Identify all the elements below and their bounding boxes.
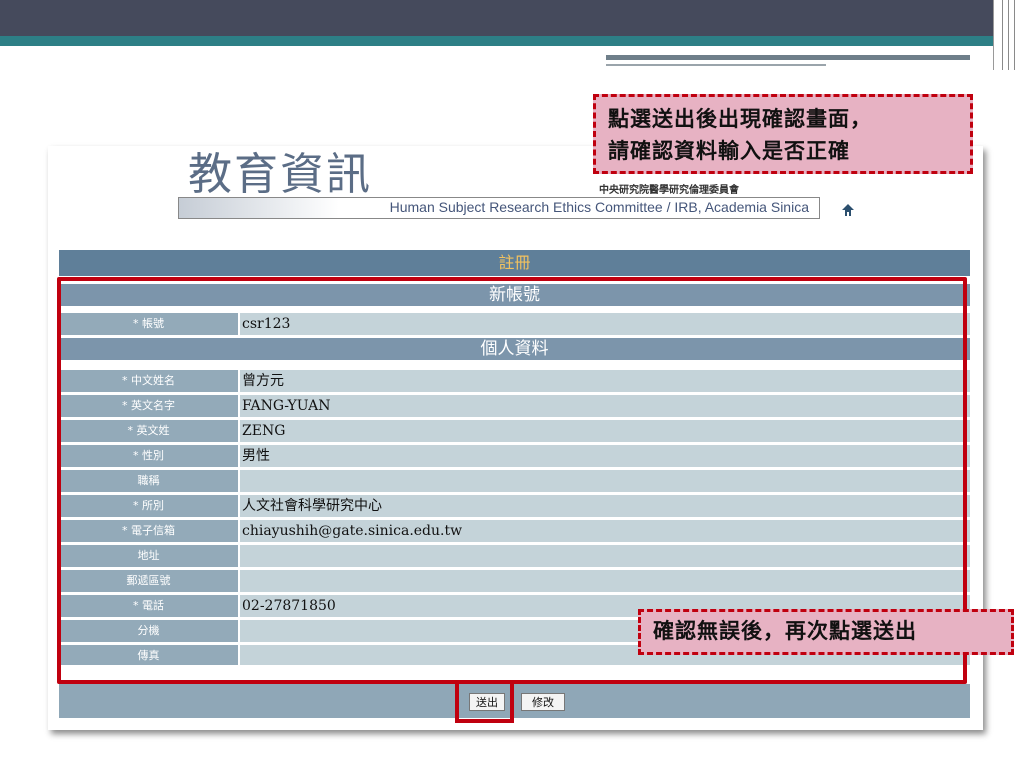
confirmation-callout: 點選送出後出現確認畫面， 請確認資料輸入是否正確 (593, 94, 973, 174)
field-value: 曾方元 (240, 370, 970, 392)
send-button[interactable]: 送出 (469, 693, 505, 711)
field-value: FANG-YUAN (240, 395, 970, 417)
slide-corner-decoration (993, 0, 1024, 70)
field-label: * 電話 (59, 595, 238, 617)
slide-accent-band (0, 36, 994, 46)
callout-line: 確認無誤後，再次點選送出 (653, 619, 917, 643)
field-value: chiayushih@gate.sinica.edu.tw (240, 520, 970, 542)
button-bar (59, 684, 970, 718)
field-value (240, 545, 970, 567)
field-label: * 帳號 (59, 313, 238, 335)
form-row-job-title: 職稱 (59, 470, 970, 492)
form-row-english-last-name: * 英文姓 ZENG (59, 420, 970, 442)
field-label: 傳真 (59, 645, 238, 665)
form-row-gender: * 性別 男性 (59, 445, 970, 467)
edit-button[interactable]: 修改 (521, 693, 565, 711)
field-value: ZENG (240, 420, 970, 442)
field-value: csr123 (240, 313, 970, 335)
field-label: * 英文名字 (59, 395, 238, 417)
field-value (240, 470, 970, 492)
organization-name: 中央研究院醫學研究倫理委員會 (599, 185, 739, 196)
field-label: 分機 (59, 620, 238, 642)
field-value: 男性 (240, 445, 970, 467)
field-value: 人文社會科學研究中心 (240, 495, 970, 517)
slide-decor-line (606, 64, 826, 66)
section-header-account: 新帳號 (59, 284, 970, 306)
resubmit-callout: 確認無誤後，再次點選送出 (638, 609, 1014, 655)
field-label: * 中文姓名 (59, 370, 238, 392)
field-label: 地址 (59, 545, 238, 567)
site-subtitle: Human Subject Research Ethics Committee … (389, 199, 809, 215)
field-label: * 英文姓 (59, 420, 238, 442)
form-row-institute: * 所別 人文社會科學研究中心 (59, 495, 970, 517)
slide-top-bar (0, 0, 1024, 36)
field-label: * 電子信箱 (59, 520, 238, 542)
slide-decor-line (606, 55, 970, 60)
field-value (240, 570, 970, 592)
field-label: 職稱 (59, 470, 238, 492)
form-header: 註冊 (59, 250, 970, 276)
callout-line: 請確認資料輸入是否正確 (608, 139, 850, 163)
form-row-email: * 電子信箱 chiayushih@gate.sinica.edu.tw (59, 520, 970, 542)
field-label: * 性別 (59, 445, 238, 467)
form-row-account: * 帳號 csr123 (59, 313, 970, 335)
section-header-personal: 個人資料 (59, 338, 970, 360)
home-icon[interactable] (841, 203, 855, 217)
site-subtitle-bar: Human Subject Research Ethics Committee … (178, 197, 820, 219)
field-label: * 所別 (59, 495, 238, 517)
site-logo-title: 教育資訊 (188, 149, 372, 200)
callout-line: 點選送出後出現確認畫面， (608, 107, 872, 131)
form-row-english-first-name: * 英文名字 FANG-YUAN (59, 395, 970, 417)
form-row-chinese-name: * 中文姓名 曾方元 (59, 370, 970, 392)
form-row-address: 地址 (59, 545, 970, 567)
form-row-postal-code: 郵遞區號 (59, 570, 970, 592)
field-label: 郵遞區號 (59, 570, 238, 592)
